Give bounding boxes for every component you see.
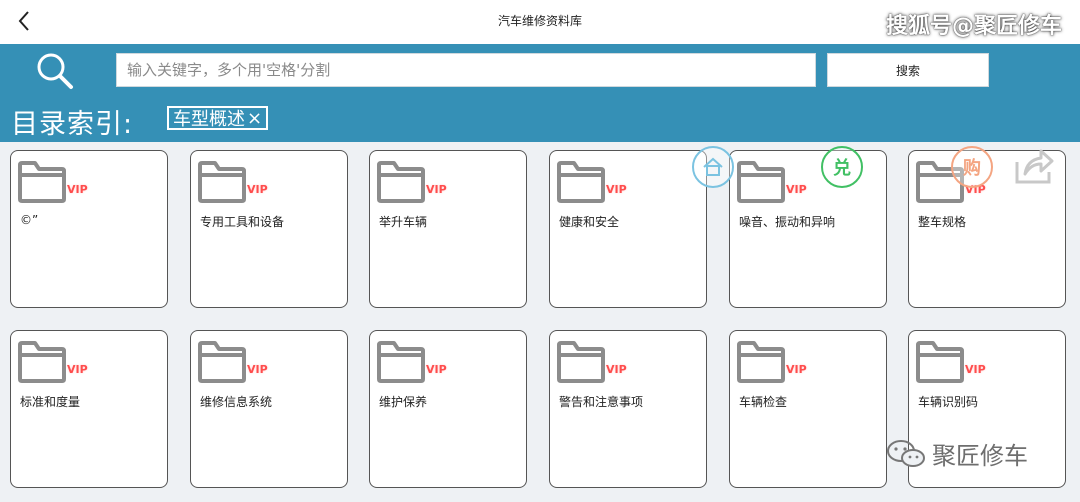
card-label: 车辆检查 (739, 395, 788, 409)
catalog-card[interactable]: VIP 噪音、振动和异响 (729, 150, 887, 308)
card-label: 警告和注意事项 (559, 395, 644, 409)
catalog-card[interactable]: VIP 举升车辆 (369, 150, 527, 308)
vip-badge: VIP (606, 183, 627, 196)
catalog-card[interactable]: VIP 健康和安全 (549, 150, 707, 308)
catalog-card[interactable]: VIP 维修信息系统 (190, 330, 348, 488)
watermark-bottom-text: 聚匠修车 (932, 442, 1028, 470)
card-label: 维修信息系统 (200, 395, 273, 409)
catalog-card[interactable]: VIP 警告和注意事项 (549, 330, 707, 488)
home-icon[interactable] (692, 146, 734, 188)
catalog-card[interactable]: VIP ©” (10, 150, 168, 308)
share-icon[interactable] (1013, 146, 1055, 186)
folder-icon (737, 161, 785, 203)
catalog-card[interactable]: VIP 专用工具和设备 (190, 150, 348, 308)
search-button[interactable]: 搜索 (827, 53, 989, 87)
directory-label: 目录索引: (11, 109, 134, 140)
folder-icon (737, 341, 785, 383)
filter-chip-label: 车型概述 (173, 109, 245, 130)
buy-icon-text: 购 (963, 158, 981, 179)
card-label: 维护保养 (379, 395, 428, 409)
watermark-text: 搜狐号@聚匠修车 (885, 14, 1062, 39)
vip-badge: VIP (247, 363, 268, 376)
folder-icon (916, 341, 964, 383)
vip-badge: VIP (67, 363, 88, 376)
catalog-card[interactable]: VIP 标准和度量 (10, 330, 168, 488)
catalog-card[interactable]: VIP 维护保养 (369, 330, 527, 488)
folder-icon (377, 161, 425, 203)
wechat-icon (887, 439, 925, 467)
card-label: 标准和度量 (20, 395, 81, 409)
folder-icon (557, 161, 605, 203)
vip-badge: VIP (965, 363, 986, 376)
vip-badge: VIP (247, 183, 268, 196)
top-bar: 汽车维修资料库 搜狐号@聚匠修车 (0, 0, 1080, 44)
folder-icon (557, 341, 605, 383)
vip-badge: VIP (606, 363, 627, 376)
vip-badge: VIP (67, 183, 88, 196)
card-label: ©” (20, 213, 39, 227)
vip-badge: VIP (426, 183, 447, 196)
search-input[interactable] (116, 53, 816, 87)
folder-icon (377, 341, 425, 383)
card-label: 专用工具和设备 (200, 215, 285, 229)
card-label: 举升车辆 (379, 215, 428, 229)
vip-badge: VIP (426, 363, 447, 376)
folder-icon (198, 341, 246, 383)
card-label: 车辆识别码 (918, 395, 979, 409)
house-icon (703, 157, 723, 176)
vip-badge: VIP (786, 363, 807, 376)
watermark-bottom: 聚匠修车 (886, 436, 1028, 471)
card-label: 健康和安全 (559, 215, 620, 229)
exchange-icon-text: 兑 (833, 158, 851, 179)
folder-icon (18, 341, 66, 383)
exchange-icon[interactable]: 兑 (821, 146, 863, 188)
folder-icon (198, 161, 246, 203)
card-label: 整车规格 (918, 215, 967, 229)
catalog-card[interactable]: VIP 车辆检查 (729, 330, 887, 488)
close-icon[interactable]: × (247, 108, 262, 129)
filter-chip[interactable]: 车型概述 × (167, 106, 269, 130)
search-icon[interactable] (34, 50, 76, 92)
card-label: 噪音、振动和异响 (739, 215, 836, 229)
buy-icon[interactable]: 购 (951, 146, 993, 188)
vip-badge: VIP (786, 183, 807, 196)
folder-icon (18, 161, 66, 203)
